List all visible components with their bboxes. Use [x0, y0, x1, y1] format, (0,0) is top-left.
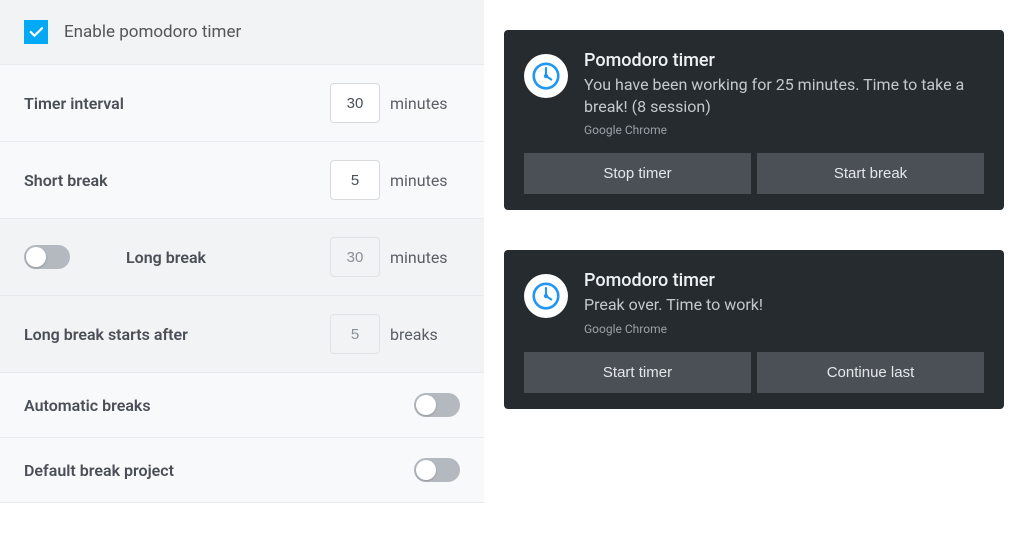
stop-timer-button[interactable]: Stop timer — [524, 153, 751, 194]
start-break-button[interactable]: Start break — [757, 153, 984, 194]
notification-buttons: Start timer Continue last — [524, 352, 984, 393]
default-break-project-toggle[interactable] — [414, 458, 460, 482]
short-break-input[interactable] — [330, 160, 380, 200]
notification-body: Preak over. Time to work! — [584, 294, 984, 316]
start-timer-button[interactable]: Start timer — [524, 352, 751, 393]
row-default-break-project: Default break project — [0, 438, 484, 503]
clockify-icon — [524, 274, 568, 318]
long-break-after-input — [330, 314, 380, 354]
long-break-unit: minutes — [390, 248, 460, 267]
timer-interval-label: Timer interval — [24, 94, 330, 113]
long-break-input — [330, 237, 380, 277]
notification-source: Google Chrome — [584, 123, 984, 137]
automatic-breaks-label: Automatic breaks — [24, 396, 414, 415]
timer-interval-input[interactable] — [330, 83, 380, 123]
notifications-panel: Pomodoro timer You have been working for… — [504, 0, 1024, 543]
long-break-label: Long break — [126, 248, 206, 267]
enable-label: Enable pomodoro timer — [64, 22, 241, 42]
notification-text: Pomodoro timer Preak over. Time to work!… — [584, 270, 984, 336]
notification-buttons: Stop timer Start break — [524, 153, 984, 194]
long-break-after-unit: breaks — [390, 325, 460, 344]
notification-body: You have been working for 25 minutes. Ti… — [584, 74, 984, 117]
notification-title: Pomodoro timer — [584, 50, 984, 71]
check-icon — [27, 23, 45, 41]
short-break-label: Short break — [24, 171, 330, 190]
notification-card: Pomodoro timer You have been working for… — [504, 30, 1004, 210]
clockify-icon — [524, 54, 568, 98]
timer-interval-unit: minutes — [390, 94, 460, 113]
row-long-break-after: Long break starts after breaks — [0, 296, 484, 373]
row-short-break: Short break minutes — [0, 142, 484, 219]
notification-card: Pomodoro timer Preak over. Time to work!… — [504, 250, 1004, 409]
enable-checkbox[interactable] — [24, 20, 48, 44]
notification-title: Pomodoro timer — [584, 270, 984, 291]
automatic-breaks-toggle[interactable] — [414, 393, 460, 417]
row-long-break: Long break minutes — [0, 219, 484, 296]
notification-text: Pomodoro timer You have been working for… — [584, 50, 984, 137]
row-timer-interval: Timer interval minutes — [0, 65, 484, 142]
row-enable: Enable pomodoro timer — [0, 0, 484, 65]
settings-panel: Enable pomodoro timer Timer interval min… — [0, 0, 484, 543]
row-automatic-breaks: Automatic breaks — [0, 373, 484, 438]
long-break-toggle[interactable] — [24, 245, 70, 269]
continue-last-button[interactable]: Continue last — [757, 352, 984, 393]
notification-source: Google Chrome — [584, 322, 984, 336]
notification-header: Pomodoro timer You have been working for… — [524, 50, 984, 137]
default-break-project-label: Default break project — [24, 461, 414, 480]
long-break-after-label: Long break starts after — [24, 325, 330, 344]
short-break-unit: minutes — [390, 171, 460, 190]
notification-header: Pomodoro timer Preak over. Time to work!… — [524, 270, 984, 336]
